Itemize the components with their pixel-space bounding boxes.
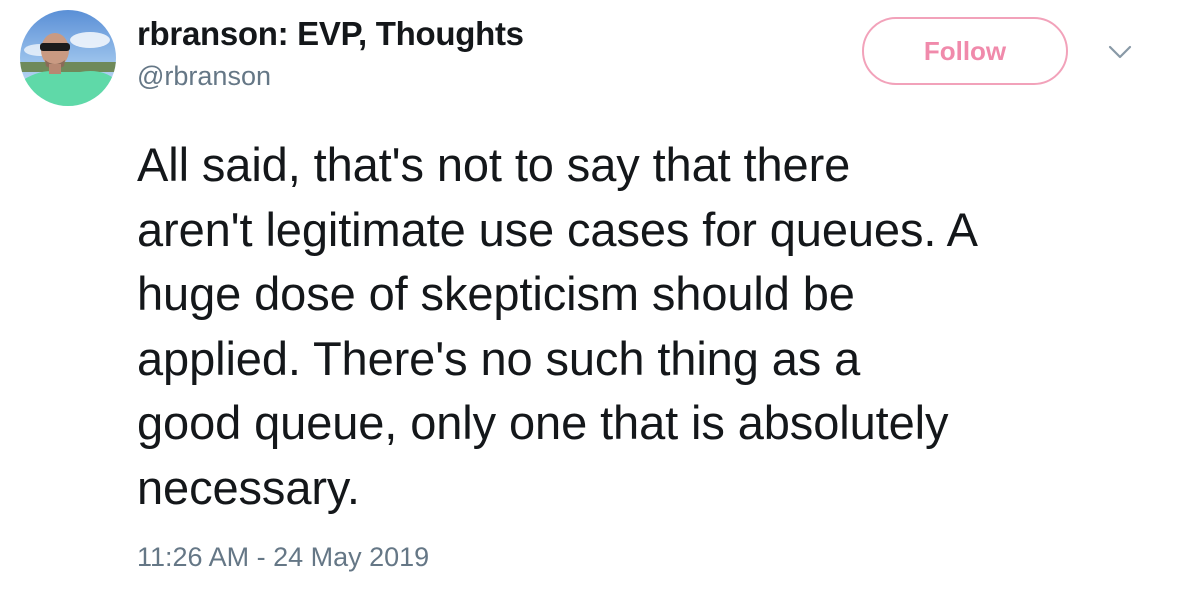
tweet-text-line: good queue, only one that is absolutely [137,396,949,450]
tweet-text-line: applied. There's no such thing as a [137,331,861,385]
tweet-text: All said, that's not to say that there a… [137,133,1167,521]
avatar[interactable] [20,10,116,106]
tweet-timestamp[interactable]: 11:26 AM - 24 May 2019 [137,540,429,574]
tweet-card: rbranson: EVP, Thoughts @rbranson Follow… [0,0,1184,590]
author-display-name[interactable]: rbranson: EVP, Thoughts [137,14,524,54]
tweet-text-line: huge dose of skepticism should be [137,267,855,321]
tweet-text-line: All said, that's not to say that there [137,138,851,191]
follow-button[interactable]: Follow [862,17,1068,85]
avatar-photo [20,10,116,106]
author-handle[interactable]: @rbranson [137,59,271,93]
tweet-text-line: aren't legitimate use cases for queues. … [137,202,978,256]
chevron-down-icon[interactable] [1106,42,1134,62]
tweet-text-line: necessary. [137,460,360,514]
